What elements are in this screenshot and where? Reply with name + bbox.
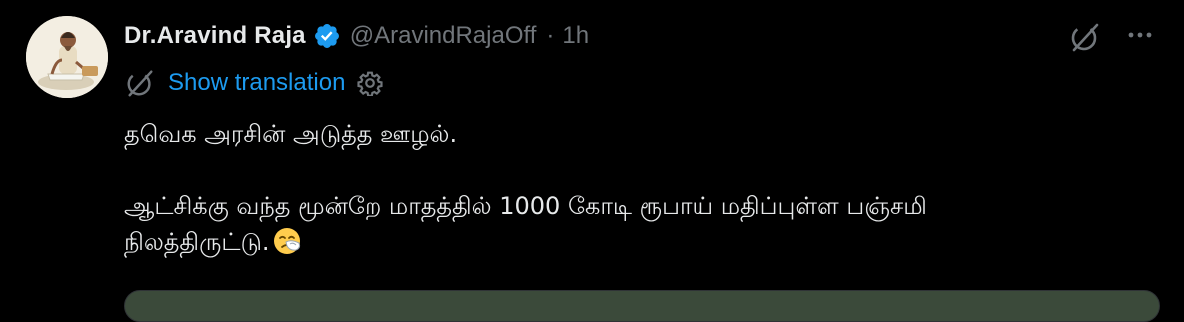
tweet-text-line: ஆட்சிக்கு வந்த மூன்றே மாதத்தில் 1000 கோட… (124, 192, 927, 220)
tweet-text-line: தவெக அரசின் அடுத்த ஊழல். (124, 120, 458, 148)
display-name[interactable]: Dr.Aravind Raja (124, 22, 306, 50)
tweet-text: தவெக அரசின் அடுத்த ஊழல். ஆட்சிக்கு வந்த … (124, 116, 1124, 260)
tweet-text-line: நிலத்திருட்டு. (124, 228, 270, 256)
show-translation-link[interactable]: Show translation (168, 69, 345, 97)
tweet-text-line-with-emoji: நிலத்திருட்டு. (124, 224, 1124, 260)
grok-icon[interactable] (1068, 20, 1102, 54)
verified-badge-icon[interactable] (313, 22, 341, 50)
timestamp[interactable]: 1h (562, 22, 589, 50)
avatar-image (26, 16, 108, 98)
avatar[interactable] (26, 16, 108, 98)
separator-dot: · (546, 22, 555, 49)
grok-translate-icon (124, 67, 156, 99)
tweet-media-preview[interactable] (124, 290, 1160, 322)
tweet-header: Dr.Aravind Raja @AravindRajaOff · 1h (124, 18, 589, 54)
more-options-icon[interactable] (1124, 22, 1158, 52)
gear-icon[interactable] (357, 70, 384, 97)
user-handle[interactable]: @AravindRajaOff (350, 22, 537, 50)
sneezing-face-icon (272, 226, 302, 256)
translation-row: Show translation (124, 66, 384, 100)
